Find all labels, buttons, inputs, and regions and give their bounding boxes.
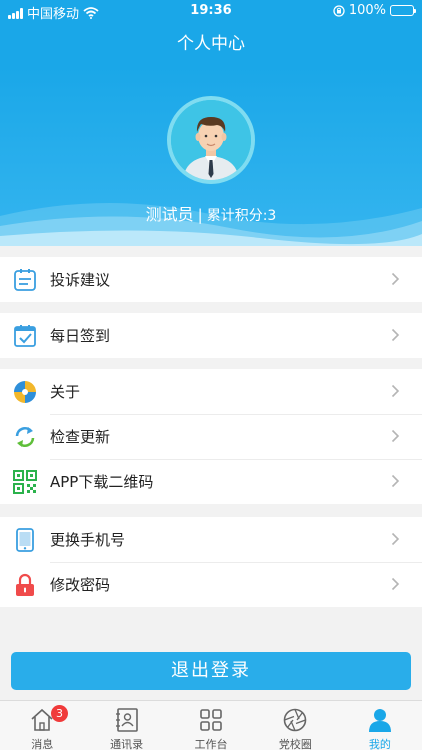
menu-label-checkin: 每日签到: [50, 327, 111, 345]
menu-label-about: 关于: [50, 383, 81, 401]
tab-label-campus: 党校圈: [278, 738, 312, 750]
tab-mine[interactable]: 我的: [338, 701, 422, 750]
status-right: 100%: [333, 3, 416, 18]
menu-item-change-password[interactable]: 修改密码: [0, 562, 422, 607]
tab-contacts[interactable]: 通讯录: [84, 701, 168, 750]
person-icon: [368, 709, 391, 732]
menu-group-app: 关于 检查更新 APP下载二维码: [0, 369, 422, 504]
aperture-icon: [284, 708, 307, 732]
status-bar: 中国移动 19:36 100%: [0, 0, 422, 22]
lock-icon: [16, 573, 34, 596]
tab-label-workbench: 工作台: [194, 738, 228, 750]
about-logo-icon: [14, 381, 36, 403]
nav-bar: 个人中心: [0, 22, 422, 66]
menu-label-qrcode: APP下载二维码: [50, 473, 154, 491]
orientation-lock-icon: [333, 4, 345, 17]
messages-badge: 3: [51, 705, 68, 722]
page-title: 个人中心: [177, 34, 245, 54]
battery-icon: [390, 5, 416, 16]
user-name: 测试员: [145, 205, 194, 224]
tab-label-messages: 消息: [31, 738, 54, 750]
menu-item-checkin[interactable]: 每日签到: [0, 313, 422, 358]
chevron-right-icon: [391, 272, 400, 286]
calendar-check-icon: [14, 325, 36, 347]
menu-label-complaint: 投诉建议: [50, 271, 111, 289]
menu-item-complaint[interactable]: 投诉建议: [0, 257, 422, 302]
menu-label-update: 检查更新: [50, 428, 111, 446]
chevron-right-icon: [391, 384, 400, 398]
menu-item-qrcode[interactable]: APP下载二维码: [0, 459, 422, 504]
menu-group-checkin: 每日签到: [0, 313, 422, 358]
tab-label-contacts: 通讯录: [110, 738, 144, 750]
menu-item-update[interactable]: 检查更新: [0, 414, 422, 459]
chevron-right-icon: [391, 577, 400, 591]
tab-bar: 3 消息 通讯录 工作台 党校圈 我的: [0, 700, 422, 750]
chevron-right-icon: [391, 429, 400, 443]
profile-header: 测试员 | 累计积分:3: [0, 66, 422, 246]
menu-item-change-phone[interactable]: 更换手机号: [0, 517, 422, 562]
menu-group-account: 更换手机号 修改密码: [0, 517, 422, 607]
chevron-right-icon: [391, 532, 400, 546]
refresh-icon: [15, 427, 35, 447]
qr-code-icon: [13, 470, 37, 494]
menu-group-feedback: 投诉建议: [0, 257, 422, 302]
user-info-separator: |: [197, 206, 203, 224]
tab-campus[interactable]: 党校圈: [253, 701, 337, 750]
phone-icon: [16, 528, 34, 552]
user-points: 累计积分:3: [206, 208, 277, 224]
tab-messages[interactable]: 3 消息: [0, 701, 84, 750]
grid-icon: [200, 709, 222, 731]
chevron-right-icon: [391, 328, 400, 342]
menu-label-change-password: 修改密码: [50, 576, 111, 594]
user-avatar-icon: [171, 100, 251, 180]
menu-label-change-phone: 更换手机号: [50, 531, 126, 549]
complaint-icon: [14, 269, 36, 291]
tab-workbench[interactable]: 工作台: [169, 701, 253, 750]
user-info: 测试员 | 累计积分:3: [0, 201, 422, 225]
battery-percent: 100%: [348, 3, 386, 18]
chevron-right-icon: [391, 474, 400, 488]
menu-item-about[interactable]: 关于: [0, 369, 422, 414]
avatar[interactable]: [167, 96, 255, 184]
tab-label-mine: 我的: [368, 738, 391, 750]
contacts-book-icon: [115, 708, 138, 732]
logout-button[interactable]: 退出登录: [11, 652, 411, 690]
